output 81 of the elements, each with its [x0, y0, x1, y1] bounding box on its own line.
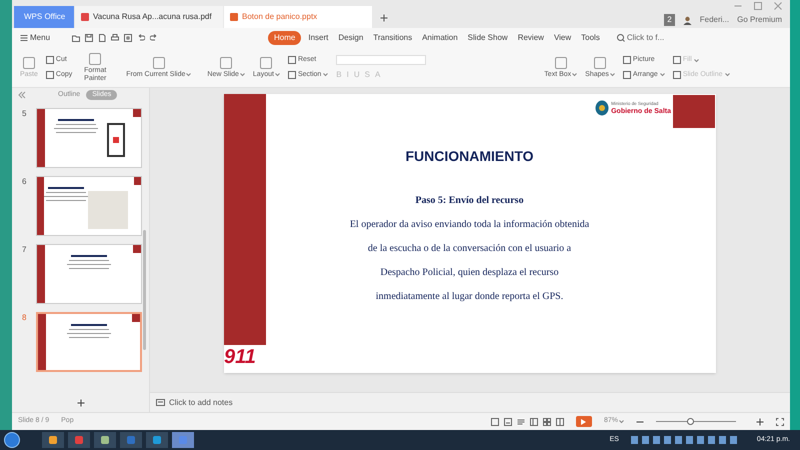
notes-icon [156, 398, 165, 406]
slide-text: Despacho Policial, quien desplaza el recurso [380, 266, 559, 280]
undo-icon[interactable] [137, 34, 145, 42]
slide-number: 7 [22, 244, 28, 256]
document-icon[interactable] [98, 34, 106, 42]
slide-thumbnail[interactable] [36, 108, 142, 168]
slide-thumbnail[interactable] [36, 176, 142, 236]
play-slideshow-button[interactable] [576, 416, 592, 427]
slide-title: FUNCIONAMIENTO [405, 147, 534, 166]
slide-number: 8 [22, 312, 28, 324]
slide-subtitle: Paso 5: Envío del recurso [415, 194, 524, 208]
notification-badge[interactable]: 2 [664, 14, 675, 26]
play-icon [581, 418, 586, 424]
grid-view-icon[interactable] [542, 418, 551, 426]
app-icon [75, 436, 83, 444]
zoom-slider-thumb[interactable] [686, 418, 694, 425]
slide-text: El operador da aviso enviando toda la información obtenida [350, 218, 590, 232]
taskbar-app-button[interactable] [146, 432, 168, 448]
caret-icon[interactable] [572, 72, 578, 77]
notes-view-icon[interactable] [504, 418, 512, 426]
fit-window-icon[interactable] [776, 418, 784, 426]
sidebar-view-icon[interactable] [530, 418, 538, 426]
app-icon [127, 436, 135, 444]
add-slide-icon[interactable] [76, 399, 84, 407]
folder-icon[interactable] [72, 34, 80, 42]
caret-icon[interactable] [186, 72, 192, 77]
ribbon-tab[interactable]: Review [514, 32, 547, 44]
ribbon-tab[interactable]: Animation [419, 32, 461, 44]
slide-text: de la escucha o de la conversación con el usuario a [368, 242, 572, 256]
pdf-file-icon [81, 13, 89, 21]
save-icon[interactable] [85, 34, 93, 42]
user-avatar-icon [682, 16, 692, 24]
hamburger-icon [20, 34, 28, 42]
zoom-in-icon[interactable] [756, 418, 764, 426]
taskbar-app-button[interactable] [42, 432, 64, 448]
app-icon [49, 436, 57, 444]
font-field[interactable] [336, 54, 426, 64]
caret-icon[interactable] [694, 58, 699, 63]
user-name[interactable]: Federi... [700, 14, 730, 26]
ribbon-tab[interactable]: View [550, 32, 574, 44]
app-icon [179, 436, 187, 444]
taskbar-app-button[interactable] [94, 432, 116, 448]
redo-icon[interactable] [150, 34, 158, 42]
ribbon-tab[interactable]: Slide Show [464, 32, 511, 44]
ribbon-tab[interactable]: Insert [305, 32, 332, 44]
preview-icon[interactable] [124, 34, 132, 42]
slide-text: inmediatamente al lugar donde reporta el GPS. [376, 290, 564, 304]
search-field[interactable]: Click to f... [616, 32, 664, 44]
print-icon[interactable] [111, 34, 119, 42]
app-icon [101, 436, 109, 444]
slide-number: 5 [22, 108, 28, 120]
ribbon-tab[interactable]: Design [335, 32, 366, 44]
caret-icon[interactable] [660, 72, 665, 78]
menu-button[interactable]: Menu [20, 32, 66, 44]
emblem-icon [595, 100, 610, 116]
slide-thumbnail[interactable] [36, 244, 142, 304]
caret-icon[interactable] [274, 72, 280, 77]
app-icon [153, 436, 161, 444]
logo-911: 911 [224, 345, 257, 369]
slide-number: 6 [22, 176, 28, 188]
caret-icon[interactable] [240, 72, 245, 77]
scrollbar-thumb[interactable] [143, 230, 146, 350]
document-tab[interactable]: Vacuna Rusa Ap...acuna rusa.pdf [75, 6, 223, 28]
caret-icon[interactable] [619, 419, 624, 424]
document-tab[interactable]: Boton de panico.pptx [224, 6, 372, 28]
notes-field[interactable]: Click to add notes [169, 396, 233, 408]
caret-icon[interactable] [610, 72, 615, 77]
slide-thumbnail[interactable] [36, 312, 142, 372]
caret-icon[interactable] [323, 72, 328, 78]
ribbon-tab[interactable]: Tools [578, 32, 603, 44]
search-icon [616, 34, 625, 42]
pptx-file-icon [230, 13, 238, 21]
ribbon-tab[interactable]: Transitions [370, 32, 416, 44]
premium-link[interactable]: Go Premium [737, 14, 782, 26]
caret-icon[interactable] [724, 72, 730, 78]
reading-view-icon[interactable] [556, 418, 564, 426]
start-button[interactable] [4, 432, 20, 448]
new-tab-icon[interactable] [380, 14, 388, 22]
outline-view-icon[interactable] [516, 418, 525, 426]
slide-corner-block [673, 95, 715, 128]
ribbon-tab[interactable]: Home [268, 31, 302, 45]
